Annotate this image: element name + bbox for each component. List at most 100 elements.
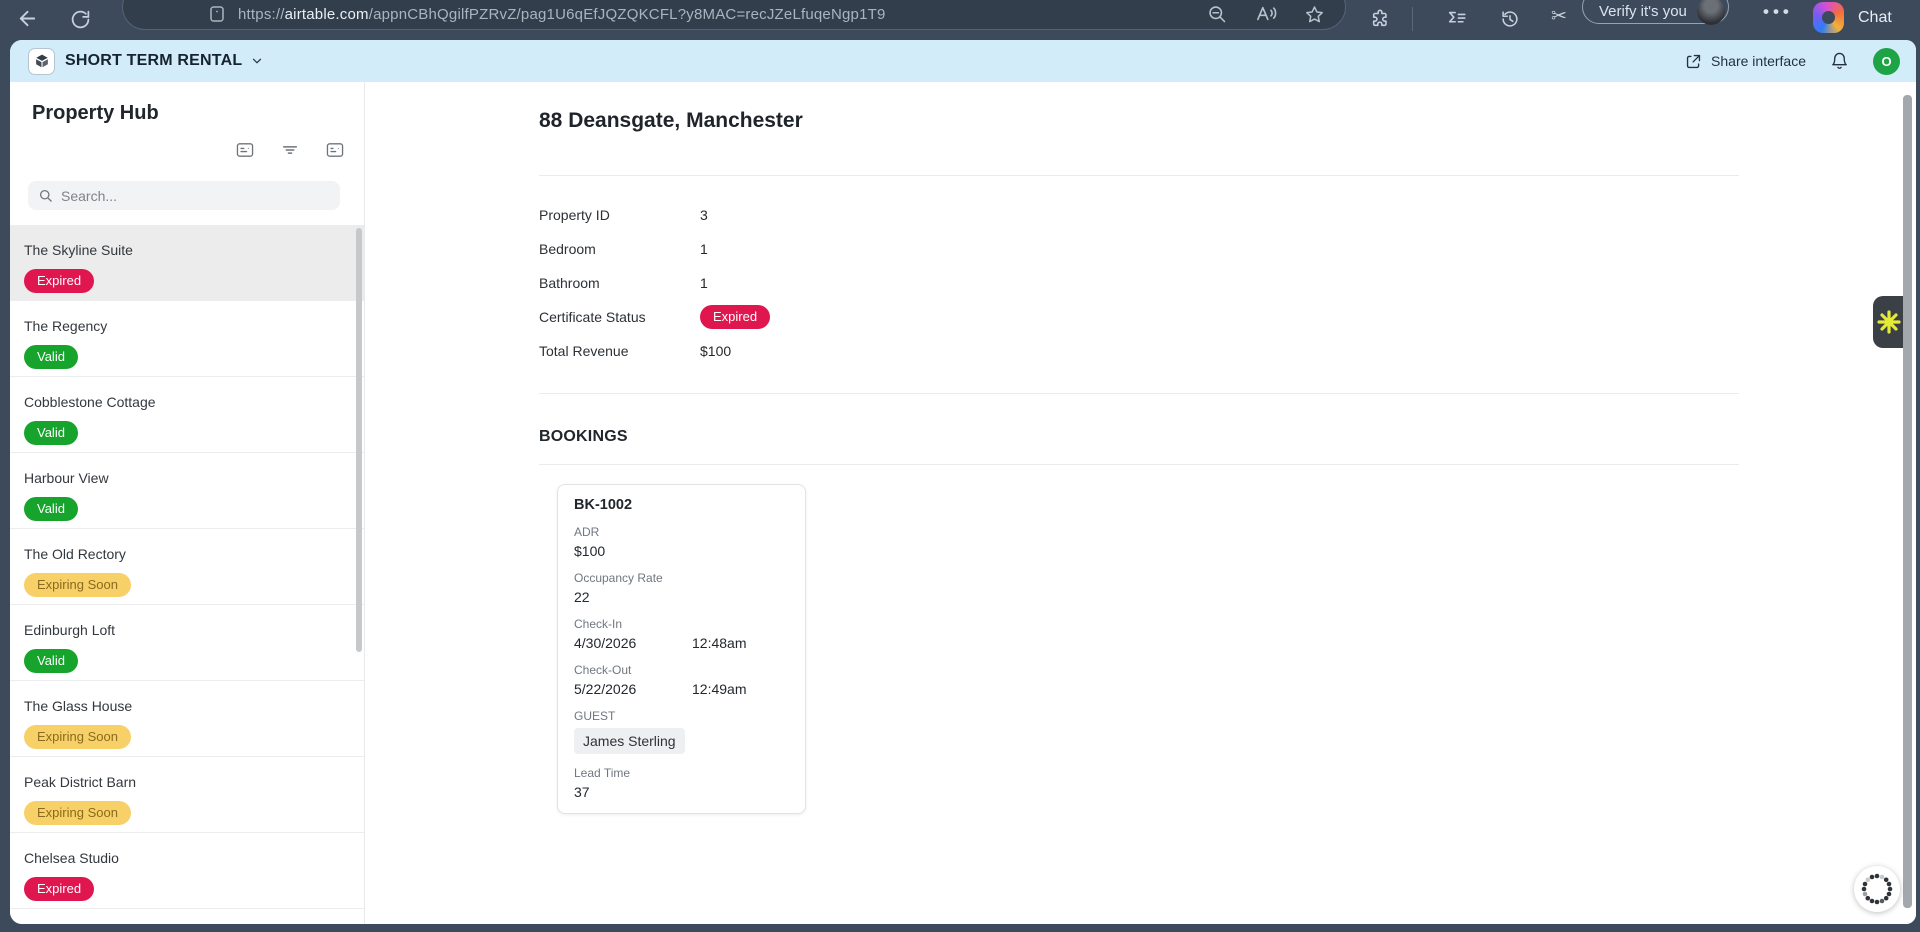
- share-interface-button[interactable]: Share interface: [1685, 53, 1806, 70]
- booking-field-value: 37: [574, 784, 590, 800]
- page-info-icon[interactable]: [209, 5, 225, 23]
- share-icon: [1685, 53, 1702, 70]
- booking-field-label: Check-In: [574, 617, 623, 631]
- booking-field-value: $100: [574, 543, 606, 559]
- toolbar-divider: [1412, 7, 1413, 31]
- search-input[interactable]: [61, 187, 330, 204]
- guest-tag[interactable]: James Sterling: [574, 728, 685, 754]
- web-capture-scissors-icon[interactable]: ✂: [1551, 5, 1567, 28]
- status-badge: Expired: [24, 877, 95, 901]
- card-layout-icon[interactable]: [236, 142, 254, 158]
- field-value: 1: [700, 241, 708, 257]
- booking-id: BK-1002: [574, 497, 633, 513]
- field-label: Bedroom: [539, 241, 596, 257]
- property-name: Edinburgh Loft: [24, 622, 116, 638]
- field-row: Bathroom 1: [539, 266, 770, 300]
- share-interface-label: Share interface: [1711, 53, 1806, 69]
- booking-date: 4/30/2026: [574, 635, 637, 651]
- booking-field-value: 5/22/2026 12:49am: [574, 681, 789, 697]
- booking-field-label: Occupancy Rate: [574, 571, 663, 585]
- record-fields: Property ID 3 Bedroom 1 Bathroom 1 Certificate…: [539, 198, 771, 368]
- booking-field-label: ADR: [574, 525, 600, 539]
- extension-flyout-tab[interactable]: [1873, 296, 1904, 348]
- search-box[interactable]: [28, 181, 340, 210]
- field-value: $100: [700, 343, 732, 359]
- copilot-icon[interactable]: [1813, 2, 1844, 33]
- status-badge: Expired: [24, 269, 95, 293]
- list-item[interactable]: Edinburgh Loft Valid: [10, 605, 364, 681]
- history-icon[interactable]: [1499, 8, 1521, 30]
- property-name: Cobblestone Cottage: [24, 394, 156, 410]
- status-badge: Expiring Soon: [24, 573, 131, 597]
- booking-field-value: 22: [574, 589, 590, 605]
- booking-fields: ADR $100 Occupancy Rate 22 Check-In 4/30/2026…: [574, 525, 789, 800]
- booking-guest: James Sterling: [574, 723, 789, 754]
- copilot-icon-hole: [1822, 11, 1835, 24]
- property-name: The Old Rectory: [24, 546, 126, 562]
- property-name: Chelsea Studio: [24, 850, 119, 866]
- booking-field-value: 4/30/2026 12:48am: [574, 635, 789, 651]
- field-label: Property ID: [539, 207, 610, 223]
- list-item[interactable]: Peak District Barn Expiring Soon: [10, 757, 364, 833]
- list-item[interactable]: The Old Rectory Expiring Soon: [10, 529, 364, 605]
- booking-time: 12:48am: [692, 635, 747, 651]
- read-aloud-icon[interactable]: [1255, 4, 1277, 24]
- view-settings-icon[interactable]: [326, 142, 344, 158]
- list-item[interactable]: Harbour View Valid: [10, 453, 364, 529]
- booking-card[interactable]: BK-1002 ADR $100 Occupancy Rate 22 Check-In 4…: [557, 484, 806, 814]
- page-body: Property Hub The Skyline SuiteExpiredThe: [10, 82, 1916, 924]
- field-row: Bedroom 1: [539, 232, 770, 266]
- list-item[interactable]: Chelsea Studio Expired: [10, 833, 364, 909]
- notifications-bell-icon[interactable]: [1830, 51, 1849, 71]
- url-path: /appnCBhQgilfPZRvZ/pag1U6qEfJQZQKCFL?y8M…: [368, 5, 886, 23]
- property-name: The Skyline Suite: [24, 242, 133, 258]
- sidebar-title: Property Hub: [32, 102, 159, 124]
- verify-button[interactable]: Verify it's you: [1582, 0, 1729, 25]
- zoom-out-icon[interactable]: [1207, 4, 1228, 25]
- status-badge: Expiring Soon: [24, 801, 131, 825]
- list-item[interactable]: The Glass House Expiring Soon: [10, 681, 364, 757]
- field-row: Property ID 3: [539, 198, 770, 232]
- list-item[interactable]: The Regency Valid: [10, 301, 364, 377]
- booking-time: 12:49am: [692, 681, 747, 697]
- status-badge: Expired: [700, 305, 771, 329]
- property-name: The Regency: [24, 318, 108, 334]
- chevron-down-icon[interactable]: [250, 54, 264, 68]
- app-logo[interactable]: [28, 47, 55, 75]
- browser-menu-icon[interactable]: •••: [1763, 2, 1793, 22]
- divider: [539, 464, 1739, 465]
- browser-content: SHORT TERM RENTAL Share interface O Prop…: [10, 40, 1916, 924]
- list-item[interactable]: Cobblestone Cottage Valid: [10, 377, 364, 453]
- loading-spinner: [1854, 866, 1900, 912]
- booking-field-label: GUEST: [574, 709, 616, 723]
- list-item[interactable]: The Skyline Suite Expired: [10, 225, 364, 301]
- property-name: Peak District Barn: [24, 774, 137, 790]
- search-icon: [38, 188, 53, 203]
- browser-toolbar: https://airtable.com/appnCBhQgilfPZRvZ/p…: [0, 0, 1920, 40]
- user-avatar[interactable]: O: [1873, 47, 1900, 75]
- status-badge: Valid: [24, 345, 78, 369]
- refresh-icon[interactable]: [70, 9, 91, 30]
- page-scrollbar[interactable]: [1903, 95, 1912, 908]
- favorite-star-icon[interactable]: [1304, 4, 1325, 25]
- field-label: Certificate Status: [539, 309, 646, 325]
- verify-label: Verify it's you: [1599, 2, 1687, 20]
- filter-icon[interactable]: [281, 142, 299, 158]
- field-value: 1: [700, 275, 708, 291]
- status-badge: Expiring Soon: [24, 725, 131, 749]
- field-label: Total Revenue: [539, 343, 629, 359]
- extensions-icon[interactable]: [1369, 8, 1391, 30]
- chat-button[interactable]: Chat: [1858, 9, 1892, 27]
- address-bar[interactable]: https://airtable.com/appnCBhQgilfPZRvZ/p…: [122, 0, 1346, 30]
- url-text[interactable]: https://airtable.com/appnCBhQgilfPZRvZ/p…: [238, 6, 1194, 23]
- property-name: Harbour View: [24, 470, 109, 486]
- url-domain: airtable.com: [284, 5, 369, 23]
- field-row: Total Revenue $100: [539, 334, 770, 368]
- field-value: 3: [700, 207, 708, 223]
- status-badge: Valid: [24, 649, 78, 673]
- sidebar-tools: [236, 142, 344, 158]
- sidebar-scrollbar[interactable]: [356, 228, 362, 652]
- back-icon[interactable]: [16, 7, 39, 30]
- address-bar-actions: [1207, 4, 1325, 25]
- collections-icon[interactable]: [1446, 8, 1468, 30]
